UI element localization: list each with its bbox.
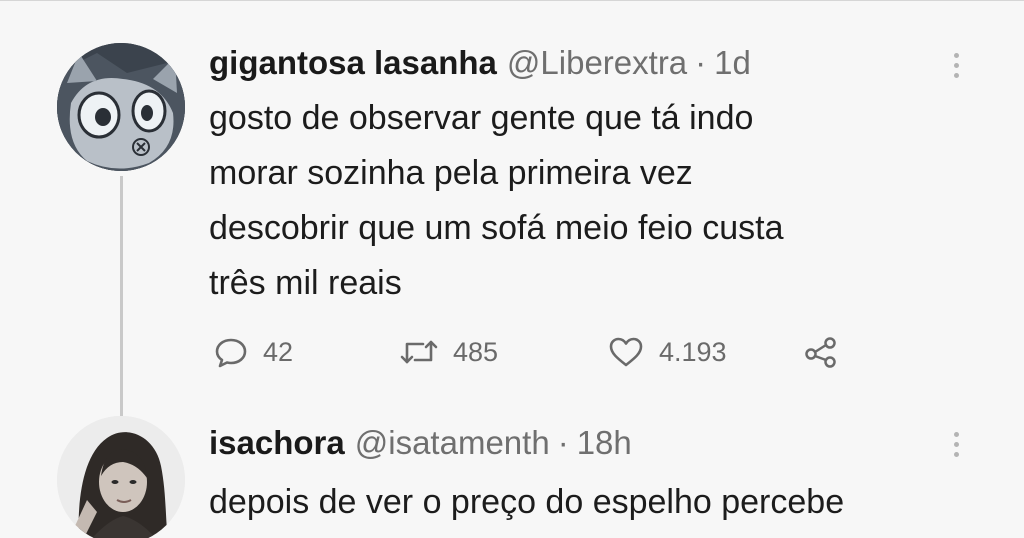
tweet-text: depois de ver o preço do espelho percebe <box>209 483 845 521</box>
person-photo-avatar-icon <box>57 416 185 538</box>
tweet[interactable]: isachora @isatamenth · 18h depois de ver… <box>209 421 989 530</box>
separator-dot: · <box>557 424 569 461</box>
tweet[interactable]: gigantosa lasanha @Liberextra · 1d gosto… <box>209 41 989 311</box>
user-handle[interactable]: @Liberextra <box>507 41 687 85</box>
timestamp[interactable]: 1d <box>714 41 751 85</box>
avatar[interactable] <box>57 43 185 171</box>
top-divider <box>0 0 1024 1</box>
retweet-count: 485 <box>453 336 499 367</box>
like-button[interactable]: 4.193 <box>607 330 727 374</box>
reply-count: 42 <box>263 336 294 367</box>
more-options-icon[interactable] <box>944 45 968 85</box>
like-count: 4.193 <box>659 336 727 367</box>
user-handle[interactable]: @isatamenth <box>355 421 550 465</box>
like-icon <box>609 337 643 367</box>
thread-connector-line <box>120 176 123 418</box>
retweet-icon <box>400 340 438 364</box>
reply-icon <box>215 338 247 368</box>
timestamp[interactable]: 18h <box>577 421 632 465</box>
tweet-header: gigantosa lasanha @Liberextra · 1d <box>209 41 989 85</box>
display-name[interactable]: isachora <box>209 421 345 465</box>
tweet-header: isachora @isatamenth · 18h <box>209 421 989 465</box>
share-icon <box>805 337 836 368</box>
avatar[interactable] <box>57 416 185 538</box>
more-options-icon[interactable] <box>944 424 968 464</box>
tweet-text: gosto de observar gente que tá indo mora… <box>209 99 784 302</box>
display-name[interactable]: gigantosa lasanha <box>209 41 497 85</box>
retweet-button[interactable]: 485 <box>399 330 498 374</box>
tweet-thread-screen: gigantosa lasanha @Liberextra · 1d gosto… <box>0 0 1024 538</box>
reply-button[interactable]: 42 <box>213 330 293 374</box>
share-button[interactable] <box>803 330 839 374</box>
separator-dot: · <box>695 44 707 81</box>
tweet-actions: 42 485 4.193 <box>209 330 909 374</box>
cartoon-cat-avatar-icon <box>57 43 185 171</box>
